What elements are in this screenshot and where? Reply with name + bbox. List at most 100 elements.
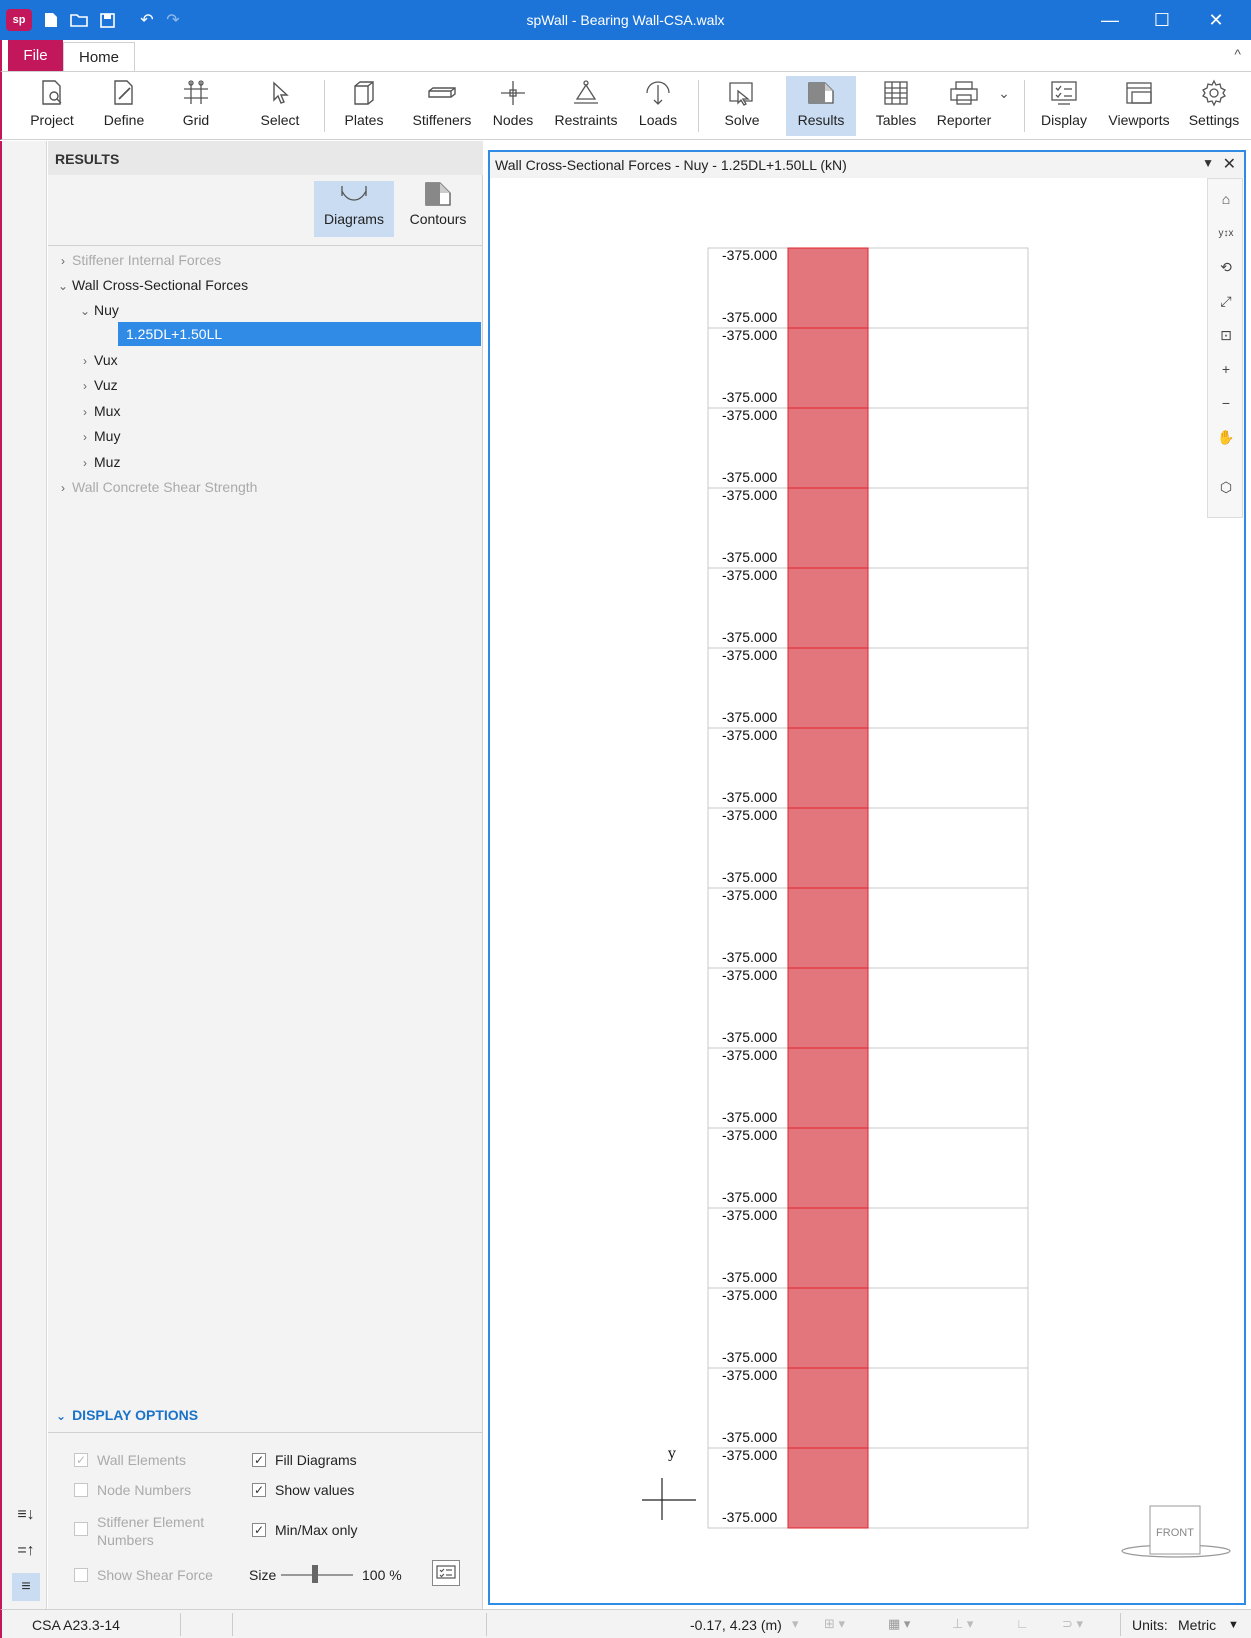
chevron-right-icon[interactable]: ›: [54, 476, 72, 500]
gear-icon: [1200, 76, 1228, 110]
contours-button[interactable]: Contours: [398, 181, 478, 237]
tree-item-vux[interactable]: › Vux: [76, 348, 118, 372]
axes-view-icon[interactable]: y↕x: [1214, 221, 1238, 245]
loads-button[interactable]: Loads: [630, 76, 686, 136]
viewport-menu-icon[interactable]: ▼: [1202, 156, 1214, 170]
size-slider-thumb[interactable]: [312, 1565, 318, 1583]
tree-item-mux[interactable]: › Mux: [76, 399, 120, 423]
solve-button[interactable]: Solve: [714, 76, 770, 136]
value-label: -375.000: [722, 1447, 777, 1463]
tab-file[interactable]: File: [8, 40, 63, 71]
restraints-button[interactable]: Restraints: [550, 76, 622, 136]
settings-button[interactable]: Settings: [1182, 76, 1246, 136]
value-label: -375.000: [722, 1047, 777, 1063]
show-shear-checkbox[interactable]: Show Shear Force: [74, 1567, 213, 1583]
define-button[interactable]: Define: [94, 76, 154, 136]
nodes-button[interactable]: Nodes: [486, 76, 540, 136]
tree-item-stiffener-internal-forces[interactable]: › Stiffener Internal Forces: [54, 248, 221, 272]
fill-diagrams-checkbox[interactable]: ✓ Fill Diagrams: [252, 1452, 357, 1468]
chevron-right-icon[interactable]: ›: [76, 451, 94, 475]
project-button[interactable]: Project: [22, 76, 82, 136]
show-values-checkbox[interactable]: ✓ Show values: [252, 1482, 354, 1498]
home-view-icon[interactable]: ⌂: [1214, 187, 1238, 211]
checkbox-icon: ✓: [74, 1453, 88, 1467]
zoom-in-icon[interactable]: +: [1214, 357, 1238, 381]
design-code: CSA A23.3-14: [32, 1617, 120, 1633]
pan-hand-icon[interactable]: ✋: [1214, 425, 1238, 449]
cursor-coordinates: -0.17, 4.23 (m): [690, 1617, 782, 1633]
zoom-out-icon[interactable]: −: [1214, 391, 1238, 415]
value-label: -375.000: [722, 1029, 777, 1045]
chevron-right-icon[interactable]: ›: [76, 400, 94, 424]
maximize-button[interactable]: ☐: [1142, 6, 1182, 34]
value-label: -375.000: [722, 327, 777, 343]
tree-item-muy[interactable]: › Muy: [76, 424, 120, 448]
results-icon: [806, 76, 836, 110]
results-button[interactable]: Results: [786, 76, 856, 136]
select-button[interactable]: Select: [250, 76, 310, 136]
tree-item-load-combo[interactable]: 1.25DL+1.50LL: [118, 322, 481, 346]
diagrams-button[interactable]: Diagrams: [314, 181, 394, 237]
divider: [180, 1613, 181, 1636]
force-bar-segment: [787, 1447, 869, 1529]
collapse-ribbon-icon[interactable]: ^: [1234, 46, 1241, 62]
plates-button[interactable]: Plates: [334, 76, 394, 136]
tree-item-vuz[interactable]: › Vuz: [76, 373, 118, 397]
chevron-right-icon[interactable]: ›: [76, 425, 94, 449]
reporter-dropdown[interactable]: ⌄: [994, 76, 1014, 136]
snap-grid-icon[interactable]: ⊞ ▾: [824, 1616, 845, 1632]
define-icon: [112, 76, 136, 110]
divider: [232, 1613, 233, 1636]
grid-display-icon[interactable]: ▦ ▾: [888, 1616, 910, 1632]
viewport-close-icon[interactable]: ✕: [1223, 154, 1236, 174]
chevron-right-icon[interactable]: ›: [76, 349, 94, 373]
tree-item-wall-cross-sectional-forces[interactable]: ⌄ Wall Cross-Sectional Forces: [54, 273, 248, 297]
collapse-all-icon[interactable]: =↑: [12, 1537, 40, 1565]
node-snap-icon[interactable]: ⊥ ▾: [952, 1616, 973, 1632]
zoom-extents-icon[interactable]: ⤢: [1214, 289, 1238, 313]
chevron-right-icon[interactable]: ›: [54, 249, 72, 273]
panel-list-icon[interactable]: ≡: [12, 1573, 40, 1601]
results-panel: RESULTS Diagrams Contours › Stiffener Int…: [48, 141, 483, 1609]
view-cube-icon[interactable]: ⬡: [1214, 475, 1238, 499]
minimize-button[interactable]: —: [1090, 6, 1130, 34]
checkbox-icon: [74, 1483, 88, 1497]
status-bar: CSA A23.3-14 -0.17, 4.23 (m) ▾ ⊞ ▾ ▦ ▾ ⊥…: [0, 1609, 1251, 1638]
ribbon-tab-row: File Home ^: [0, 40, 1251, 71]
display-button[interactable]: Display: [1034, 76, 1094, 136]
viewport[interactable]: Wall Cross-Sectional Forces - Nuy - 1.25…: [488, 150, 1246, 1605]
tab-home[interactable]: Home: [63, 42, 135, 71]
wall-elements-checkbox[interactable]: ✓ Wall Elements: [74, 1452, 186, 1468]
display-settings-button[interactable]: [432, 1560, 460, 1586]
tree-item-nuy[interactable]: ⌄ Nuy: [76, 298, 119, 322]
checkbox-icon: ✓: [252, 1453, 266, 1467]
grid-button[interactable]: Grid: [166, 76, 226, 136]
force-diagram[interactable]: -375.000 -375.000 -375.000 -375.000 -375.000…: [490, 178, 1206, 1603]
ortho-icon[interactable]: ∟: [1016, 1616, 1029, 1631]
chevron-down-icon[interactable]: ⌄: [76, 299, 94, 323]
viewports-button[interactable]: Viewports: [1104, 76, 1174, 136]
units-dropdown-icon[interactable]: ▼: [1228, 1619, 1239, 1631]
display-options-header[interactable]: ⌄ DISPLAY OPTIONS: [56, 1407, 198, 1423]
chevron-right-icon[interactable]: ›: [76, 374, 94, 398]
units-value[interactable]: Metric: [1178, 1617, 1216, 1633]
ribbon-separator: [324, 80, 325, 132]
expand-all-icon[interactable]: ≡↓: [12, 1501, 40, 1529]
tree-item-wall-concrete-shear-strength[interactable]: › Wall Concrete Shear Strength: [54, 475, 257, 499]
force-bar-segment: [787, 1047, 869, 1129]
window-title: spWall - Bearing Wall-CSA.walx: [526, 12, 725, 28]
minmax-only-checkbox[interactable]: ✓ Min/Max only: [252, 1522, 357, 1538]
tree-item-muz[interactable]: › Muz: [76, 450, 120, 474]
stiffener-numbers-checkbox[interactable]: Stiffener Element Numbers: [74, 1513, 214, 1549]
chevron-down-icon[interactable]: ▾: [792, 1616, 799, 1632]
chevron-down-icon[interactable]: ⌄: [54, 274, 72, 298]
wrap-icon[interactable]: ⊃ ▾: [1062, 1616, 1083, 1632]
reporter-button[interactable]: Reporter: [934, 76, 994, 136]
zoom-window-icon[interactable]: ⊡: [1214, 323, 1238, 347]
view-cube[interactable]: FRONT: [1116, 1505, 1236, 1563]
tables-button[interactable]: Tables: [868, 76, 924, 136]
node-numbers-checkbox[interactable]: Node Numbers: [74, 1482, 191, 1498]
stiffeners-button[interactable]: Stiffeners: [404, 76, 480, 136]
close-button[interactable]: ✕: [1196, 6, 1236, 34]
rotate-icon[interactable]: ⟲: [1214, 255, 1238, 279]
